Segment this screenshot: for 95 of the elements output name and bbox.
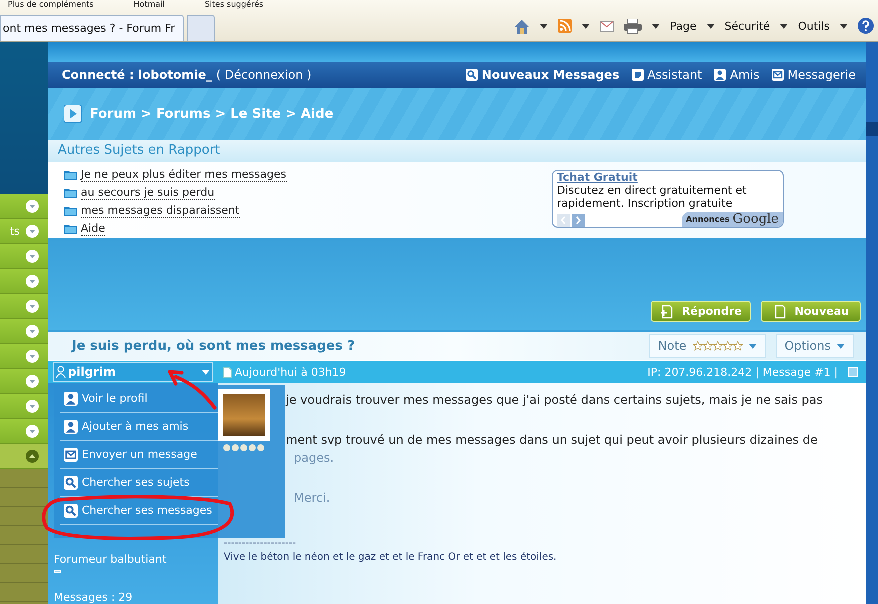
- help-icon[interactable]: [858, 18, 874, 34]
- caret-icon: [540, 24, 548, 28]
- document-icon: [772, 304, 787, 318]
- browser-tab[interactable]: ont mes messages ? - Forum Fr: [0, 15, 184, 41]
- topic-title: Je suis perdu, où sont mes messages ?: [72, 338, 355, 354]
- ad-nav-arrows-icon[interactable]: [557, 214, 587, 227]
- printer-icon[interactable]: [624, 18, 642, 34]
- signature-rule: --------------------: [224, 537, 298, 551]
- related-topic-link[interactable]: Je ne peux plus éditer mes messages: [81, 168, 286, 182]
- related-topic-link[interactable]: mes messages disparaissent: [81, 204, 240, 218]
- envelope-icon: [64, 448, 78, 462]
- play-icon: [64, 105, 82, 123]
- menu-item[interactable]: Voir le profil: [60, 385, 218, 413]
- sidebar-item[interactable]: [0, 194, 48, 219]
- menu-item[interactable]: Envoyer un message: [60, 441, 218, 469]
- sidebar-item[interactable]: [0, 394, 48, 419]
- new-tab-button[interactable]: [187, 15, 215, 41]
- related-topic-link[interactable]: au secours je suis perdu: [81, 186, 215, 200]
- menu-item[interactable]: Chercher ses sujets: [60, 469, 218, 497]
- star-icon: [692, 341, 703, 351]
- ad-text: Discutez en direct gratuitement et rapidement. Inscription gratuite: [557, 184, 748, 210]
- caret-icon: [202, 370, 210, 374]
- envelope-icon: [772, 69, 784, 81]
- caret-icon: [780, 24, 788, 28]
- rank-stars-icon: [223, 444, 265, 452]
- folder-icon: [64, 187, 77, 198]
- avatar-placeholder: [218, 389, 270, 441]
- rank-square-icon: [54, 570, 61, 573]
- folder-icon: [64, 169, 77, 180]
- message-text: je voudrais trouver mes messages que j'ai posté dans certains sujets, mais je ne sais pas: [286, 392, 824, 409]
- user-icon: [64, 392, 78, 406]
- user-icon: [714, 69, 726, 81]
- favorite-link[interactable]: Hotmail: [134, 0, 165, 10]
- caret-icon: [748, 344, 757, 348]
- toolbar-menu[interactable]: Page: [670, 20, 697, 32]
- star-icon: [712, 341, 723, 351]
- home-icon[interactable]: [514, 18, 530, 34]
- sidebar-item[interactable]: [0, 419, 48, 444]
- caret-icon: [582, 24, 590, 28]
- favorite-link[interactable]: Sites suggérés: [204, 0, 264, 10]
- search-icon: [466, 69, 478, 81]
- ad-label: Annonces: [686, 215, 730, 224]
- caret-icon: [837, 344, 845, 348]
- page-icon: [223, 366, 232, 378]
- post-date: Aujourd'hui à 03h19: [223, 366, 346, 378]
- ad-title-link[interactable]: Tchat Gratuit: [557, 171, 783, 184]
- sidebar-item[interactable]: [0, 319, 48, 344]
- toolbar-menu[interactable]: Sécurité: [724, 20, 770, 32]
- toolbar-menu[interactable]: Outils: [798, 20, 830, 32]
- caret-icon: [706, 24, 715, 28]
- logout-link[interactable]: ( Déconnexion ): [216, 68, 312, 82]
- header-link[interactable]: Messagerie: [772, 68, 856, 82]
- hand-drawn-arrow-annotation: [168, 370, 217, 410]
- post-meta: IP: 207.96.218.242 | Message #1 |: [648, 366, 838, 378]
- sidebar-label: ts: [10, 224, 20, 238]
- signature-text: Vive le béton le néon et le gaz et et le Franc Or et et et les étoiles.: [224, 551, 558, 565]
- sidebar-item[interactable]: [0, 369, 48, 394]
- sidebar-item[interactable]: [0, 269, 48, 294]
- search-icon: [64, 476, 78, 490]
- folder-icon: [64, 223, 77, 234]
- mail-icon[interactable]: [600, 20, 614, 32]
- section-title: Autres Sujets en Rapport: [48, 140, 866, 162]
- header-link[interactable]: Amis: [714, 68, 760, 82]
- message-text: pages.: [294, 450, 336, 467]
- header-link[interactable]: Nouveaux Messages: [466, 68, 620, 82]
- checkbox-icon[interactable]: [848, 367, 858, 377]
- rss-feed-icon[interactable]: [558, 19, 572, 33]
- user-rank: Forumeur balbutiant: [54, 553, 168, 566]
- rating-dropdown[interactable]: Note: [649, 334, 766, 358]
- header-link[interactable]: Assistant: [632, 68, 702, 82]
- logged-in-user: Connecté : lobotomie_: [62, 68, 212, 82]
- search-icon: [64, 504, 78, 518]
- menu-item[interactable]: Chercher ses messages: [60, 497, 218, 525]
- caret-icon: [840, 24, 848, 28]
- sidebar-item[interactable]: [0, 344, 48, 369]
- sidebar-item[interactable]: [0, 444, 48, 469]
- ad-brand: Google: [732, 212, 779, 227]
- folder-icon: [64, 205, 77, 216]
- message-text: Merci.: [294, 490, 332, 507]
- related-topic-link[interactable]: Aide: [81, 222, 106, 236]
- favorite-link[interactable]: Plus de compléments: [8, 0, 94, 10]
- sidebar-item[interactable]: [0, 294, 48, 319]
- user-icon: [56, 366, 66, 378]
- sidebar-item[interactable]: [0, 244, 48, 269]
- star-icon: [722, 341, 733, 351]
- star-icon: [702, 341, 713, 351]
- options-dropdown[interactable]: Options: [776, 334, 854, 358]
- caret-icon: [652, 24, 660, 28]
- reply-icon: [660, 304, 674, 318]
- user-icon: [64, 420, 78, 434]
- message-count: Messages : 29: [54, 591, 134, 604]
- menu-item[interactable]: Ajouter à mes amis: [60, 413, 218, 441]
- star-icon: [732, 341, 743, 351]
- message-text: ment svp trouvé un de mes messages dans un sujet qui peut avoir plusieurs dizaines de: [286, 432, 819, 449]
- note-icon: [632, 69, 644, 81]
